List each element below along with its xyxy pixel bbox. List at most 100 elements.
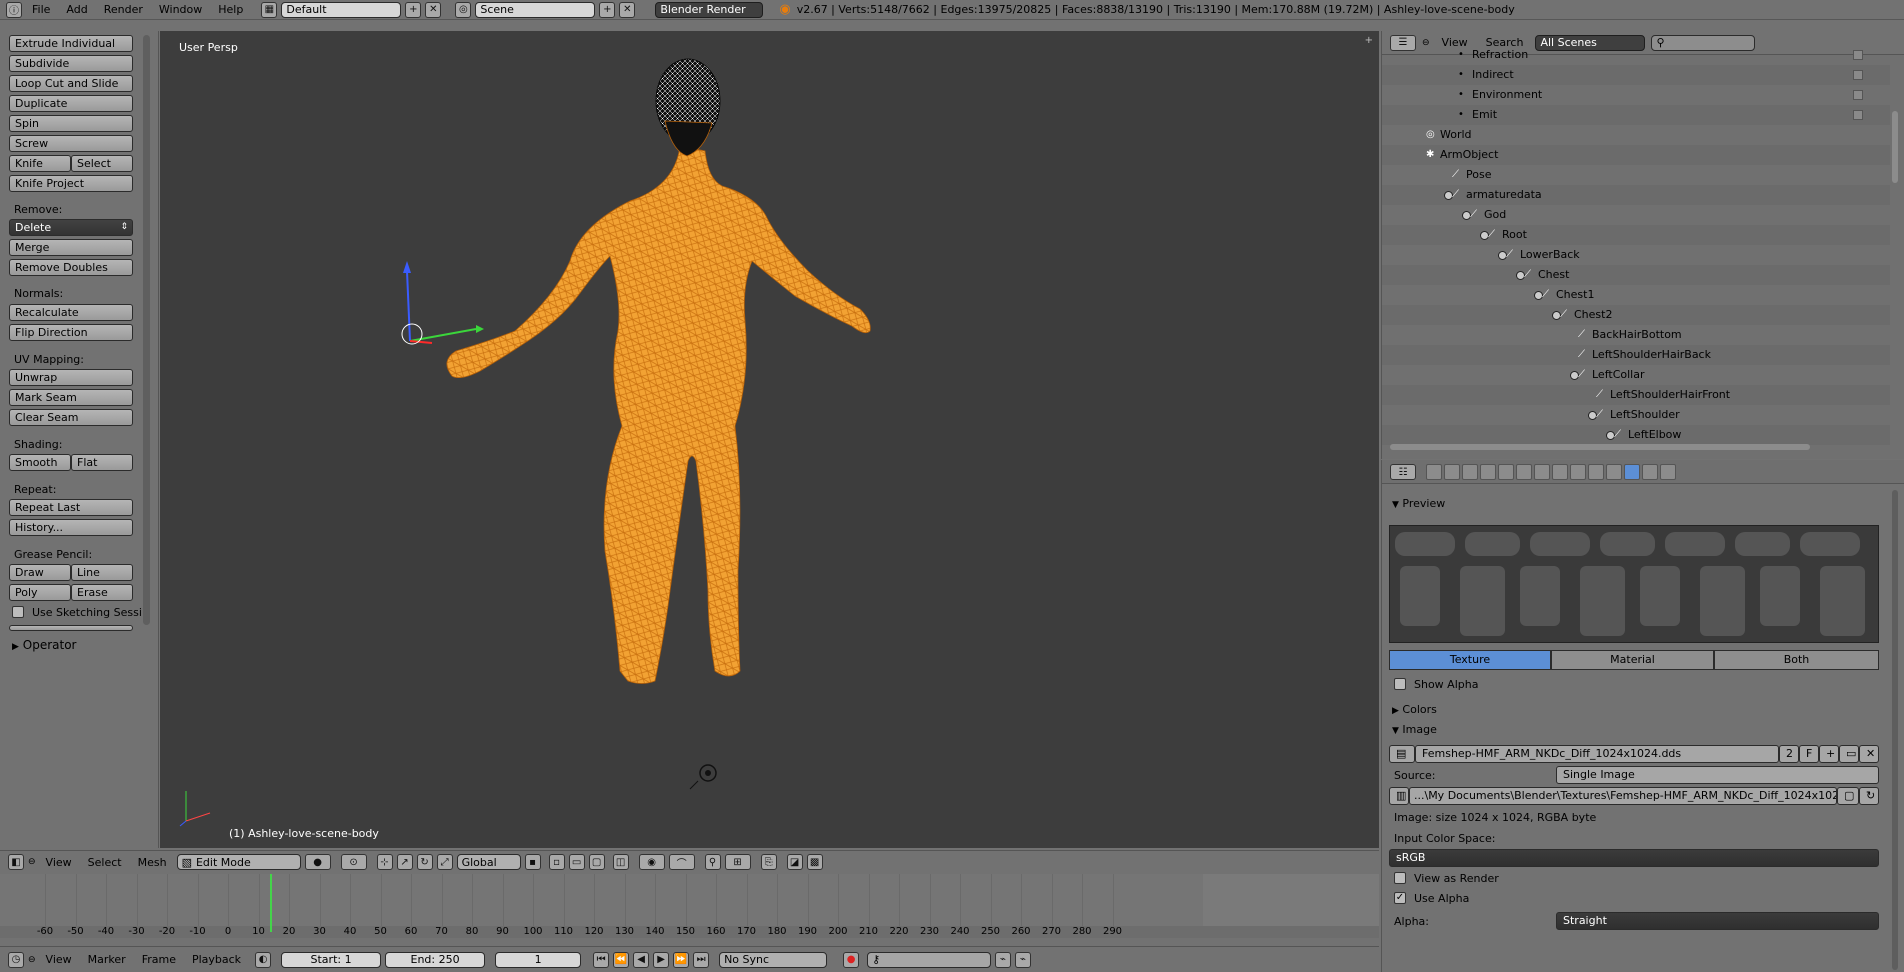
image-users-count[interactable]: 2 [1779,745,1799,763]
outliner-row[interactable]: ⟋ Chest [1382,265,1890,285]
new-image-icon[interactable]: + [1819,745,1839,763]
scene-field[interactable]: Scene [475,1,596,18]
timeline-menu-view[interactable]: View [40,953,78,966]
outliner-row[interactable]: • Emit [1382,105,1890,125]
tab-texture[interactable]: Texture [1389,650,1551,670]
bone-tab-icon[interactable] [1570,464,1586,480]
menu-mesh[interactable]: Mesh [132,856,173,869]
info-editor-icon[interactable]: ⓘ [6,1,22,18]
render-pass-checkbox[interactable] [1853,50,1863,60]
constraints-tab-icon[interactable] [1516,464,1532,480]
face-select-icon[interactable]: ▢ [588,854,605,870]
play-reverse-icon[interactable]: ◀ [633,951,650,968]
scale-manipulator-icon[interactable]: ⤢ [436,854,453,870]
current-frame-indicator[interactable] [270,874,272,932]
transform-gizmo[interactable] [401,261,484,345]
outliner-row[interactable]: ⟋ Root [1382,225,1890,245]
view-as-render-checkbox[interactable] [1394,872,1406,884]
outliner-row[interactable]: ◎ World [1382,125,1890,145]
character-mesh[interactable] [446,58,871,684]
jump-start-icon[interactable]: ⏮ [593,951,610,968]
unlink-image-icon[interactable]: ✕ [1859,745,1879,763]
browse-file-icon[interactable]: ▢ [1837,787,1859,805]
menu-select[interactable]: Select [82,856,128,869]
texture-tab-icon[interactable] [1624,464,1640,480]
data-tab-icon[interactable] [1552,464,1568,480]
outliner-row[interactable]: • Environment [1382,85,1890,105]
screen-layout-field[interactable]: Default [281,1,402,18]
camera-render-icon[interactable]: ◪ [786,854,803,870]
knife-button[interactable]: Knife [9,155,71,172]
outliner-row[interactable]: ⟋ LeftShoulderHairFront [1382,385,1890,405]
current-frame-field[interactable]: 1 [495,951,582,968]
timeline-area[interactable] [0,874,1203,926]
flip-direction-button[interactable]: Flip Direction [9,324,133,341]
remove-screen-icon[interactable]: ✕ [425,1,442,18]
timeline-editor-icon[interactable]: ◷ [8,951,24,968]
image-name-field[interactable]: Femshep-HMF_ARM_NKDc_Diff_1024x1024.dds [1415,745,1779,763]
duplicate-button[interactable]: Duplicate [9,95,133,112]
menu-file[interactable]: File [26,3,56,16]
erase-button[interactable]: Erase [71,584,133,601]
source-select[interactable]: Single Image [1556,766,1879,784]
timeline-menu-playback[interactable]: Playback [186,953,247,966]
record-icon[interactable]: ● [843,951,860,968]
bone-constraint-tab-icon[interactable] [1588,464,1604,480]
outliner-editor[interactable]: ☰ ⊖ View Search All Scenes ⚲ • Refraction… [1381,31,1904,459]
transform-orientation-select[interactable]: Global [456,854,521,870]
colors-panel-header[interactable]: ▶ Colors [1392,703,1437,716]
rotate-manipulator-icon[interactable]: ↻ [416,854,433,870]
snap-toggle-icon[interactable]: ⚲ [704,854,721,870]
render-pass-checkbox[interactable] [1853,110,1863,120]
screw-button[interactable]: Screw [9,135,133,152]
render-tab-icon[interactable] [1426,464,1442,480]
timeline-ruler[interactable]: -60 -50 -40 -30 -20 -10 0 10 20 30 40 50 60 70 80 90 100… [0,926,1379,938]
viewport-shading-icon[interactable]: ● [304,854,331,870]
object-tab-icon[interactable] [1498,464,1514,480]
subdivide-button[interactable]: Subdivide [9,55,133,72]
mode-select[interactable]: ▧ Edit Mode [176,854,301,870]
proportional-edit-icon[interactable]: ◉ [638,854,665,870]
alpha-mode-select[interactable]: Straight [1556,912,1879,930]
timeline-collapse-icon[interactable]: ⊖ [28,955,36,965]
render-pass-checkbox[interactable] [1853,90,1863,100]
add-screen-icon[interactable]: + [405,1,422,18]
toolshelf-scrollbar[interactable] [143,35,150,625]
image-browse-icon[interactable]: ▤ [1389,745,1415,763]
pivot-point-icon[interactable]: ⊙ [340,854,367,870]
render-layers-tab-icon[interactable] [1444,464,1460,480]
collapse-menu-icon[interactable]: ⊖ [28,857,36,867]
poly-button[interactable]: Poly [9,584,71,601]
physics-tab-icon[interactable] [1660,464,1676,480]
remove-scene-icon[interactable]: ✕ [619,1,636,18]
timeline-menu-frame[interactable]: Frame [136,953,182,966]
fake-user-button[interactable]: F [1799,745,1819,763]
outliner-row[interactable]: ⟋ Chest2 [1382,305,1890,325]
snap-element-icon[interactable]: ⊞ [724,854,751,870]
layer-icon-1[interactable]: ▪ [524,854,541,870]
jump-keyframe-back-icon[interactable]: ⏪ [613,951,630,968]
repeat-last-button[interactable]: Repeat Last [9,499,133,516]
use-alpha-checkbox[interactable]: ✓ [1394,892,1406,904]
keying-set-field[interactable]: ⚷ [867,951,992,968]
menu-add[interactable]: Add [60,3,93,16]
insert-keyframe-icon[interactable]: ⌁ [995,951,1012,968]
translate-manipulator-icon[interactable]: ↗ [396,854,413,870]
vertex-select-icon[interactable]: ▫ [548,854,565,870]
tab-material[interactable]: Material [1551,650,1714,670]
lamp-object[interactable] [689,764,717,790]
line-button[interactable]: Line [71,564,133,581]
extrude-individual-button[interactable]: Extrude Individual [9,35,133,52]
spin-button[interactable]: Spin [9,115,133,132]
jump-end-icon[interactable]: ⏭ [693,951,710,968]
outliner-row[interactable]: ⟋ Chest1 [1382,285,1890,305]
menu-render[interactable]: Render [98,3,149,16]
delete-keyframe-icon[interactable]: ⌁ [1015,951,1032,968]
outliner-horizontal-scrollbar[interactable] [1390,444,1810,450]
clipped-button[interactable] [9,625,133,631]
tab-both[interactable]: Both [1714,650,1879,670]
modifiers-tab-icon[interactable] [1534,464,1550,480]
scene-tab-icon[interactable] [1462,464,1478,480]
delete-menu-button[interactable]: Delete ⇕ [9,219,133,236]
reload-image-icon[interactable]: ↻ [1859,787,1879,805]
